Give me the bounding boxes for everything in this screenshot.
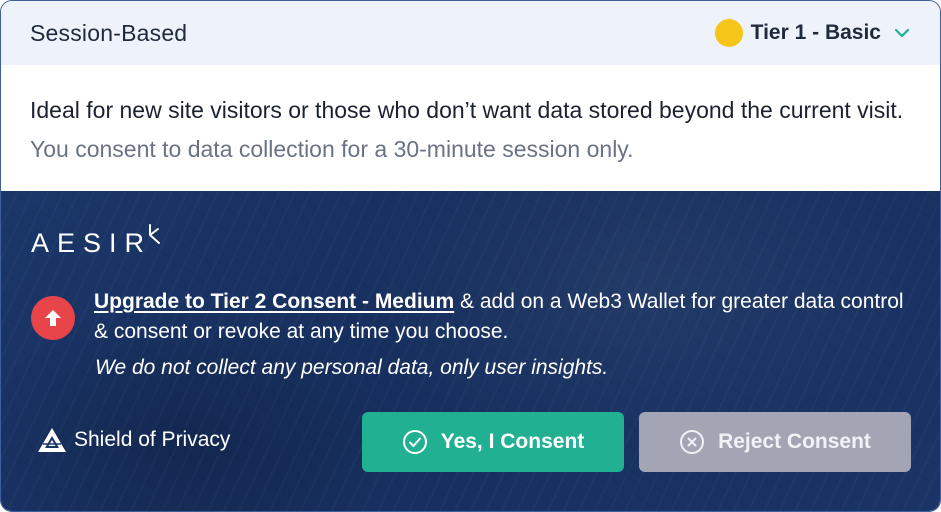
upgrade-link[interactable]: Upgrade to Tier 2 Consent - Medium xyxy=(94,290,454,313)
brand-name: AESIR xyxy=(31,228,153,258)
plan-description: Ideal for new site visitors or those who… xyxy=(1,65,940,191)
privacy-note: We do not collect any personal data, onl… xyxy=(95,356,609,379)
reject-consent-button[interactable]: Reject Consent xyxy=(639,412,911,472)
accept-label: Yes, I Consent xyxy=(440,430,585,453)
brand-logo: AESIR xyxy=(31,224,162,261)
reject-label: Reject Consent xyxy=(718,430,871,453)
tier-dropdown[interactable]: Tier 1 - Basic xyxy=(714,19,910,47)
upgrade-message: Upgrade to Tier 2 Consent - Medium & add… xyxy=(94,287,914,347)
tier-header: Session-Based Tier 1 - Basic xyxy=(1,1,940,65)
tier-indicator-icon xyxy=(714,19,743,47)
x-circle-icon xyxy=(680,430,705,454)
shield-label: Shield of Privacy xyxy=(74,428,231,451)
arrow-up-icon[interactable] xyxy=(31,296,75,340)
tier-label: Tier 1 - Basic xyxy=(750,21,881,44)
plan-title: Session-Based xyxy=(30,19,188,46)
consent-card: Session-Based Tier 1 - Basic Ideal for n… xyxy=(0,0,941,512)
consent-panel: AESIR Upgrade to Tier 2 Consent - Medium… xyxy=(1,191,940,511)
shield-logo-icon xyxy=(38,428,66,452)
brand-mark-icon xyxy=(149,224,161,244)
shield-of-privacy-badge: Shield of Privacy xyxy=(37,427,230,453)
description-lead: Ideal for new site visitors or those who… xyxy=(30,97,904,123)
description-detail: You consent to data collection for a 30-… xyxy=(30,136,634,162)
check-circle-icon xyxy=(402,430,427,454)
accept-consent-button[interactable]: Yes, I Consent xyxy=(362,412,624,472)
chevron-down-icon[interactable] xyxy=(894,25,910,41)
